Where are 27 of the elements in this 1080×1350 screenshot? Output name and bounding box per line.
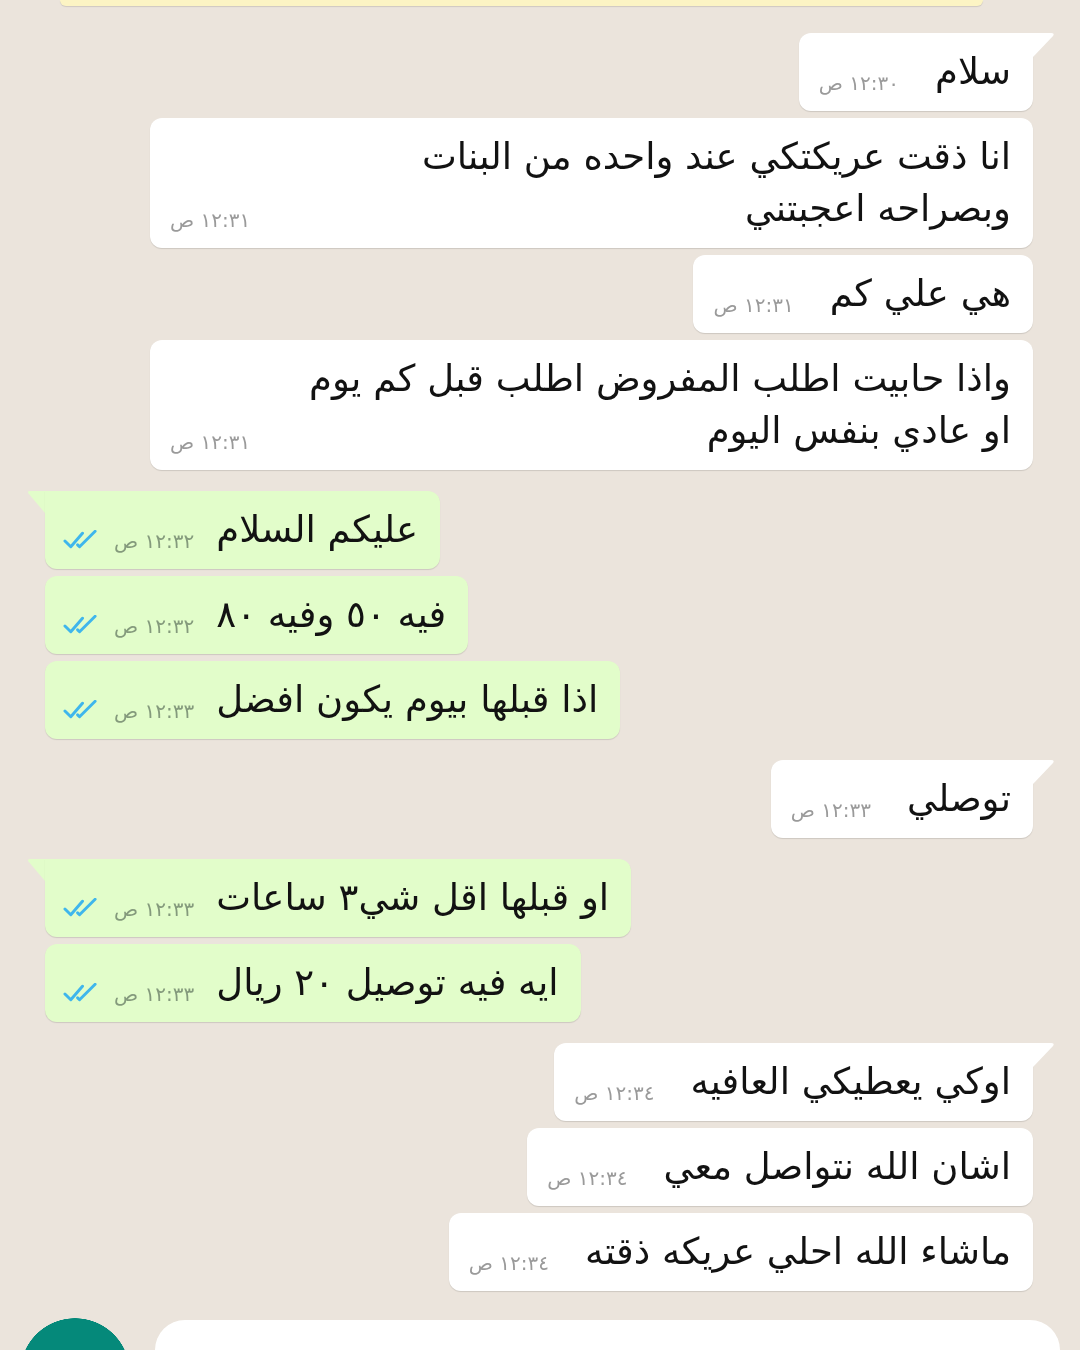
message-text: واذا حابيت اطلب المفروض اطلب قبل كم يوم او عادي بنفس اليوم (308, 356, 1011, 454)
message-time: ١٢:٣٣ ص (114, 982, 195, 1006)
message-time: ١٢:٣١ ص (170, 430, 251, 454)
message-text: توصلي (907, 776, 1011, 822)
message-text: اوكي يعطيكي العافيه (690, 1059, 1011, 1105)
message-text: اذا قبلها بيوم يكون افضل (216, 677, 599, 723)
message-time: ١٢:٣٣ ص (114, 897, 195, 921)
message-time: ١٢:٣٤ ص (574, 1081, 655, 1105)
message-time: ١٢:٣١ ص (170, 208, 251, 232)
message-text: فيه ٥٠ وفيه ٨٠ (216, 592, 447, 638)
message-time: ١٢:٣٤ ص (468, 1251, 550, 1275)
message-time: ١٢:٣٢ ص (114, 529, 195, 553)
message-text: ماشاء الله احلي عريكه ذقته (585, 1229, 1011, 1275)
message-text: هي علي كم (829, 271, 1011, 317)
message-time: ١٢:٣٣ ص (114, 699, 195, 723)
message-time: ١٢:٣٠ ص (818, 71, 899, 95)
message-field[interactable] (155, 1320, 1060, 1350)
message-time: ١٢:٣٤ ص (547, 1166, 628, 1190)
message-time: ١٢:٣٢ ص (114, 614, 195, 638)
message-time: ١٢:٣٣ ص (790, 798, 872, 822)
message-text: او قبلها اقل شي٣ ساعات (216, 875, 610, 921)
message-text: ايه فيه توصيل ٢٠ ريال (216, 960, 559, 1006)
message-text: انا ذقت عريكتكي عند واحده من البنات وبصراحه اعجبتني (420, 134, 1011, 232)
message-text: سلام (935, 49, 1011, 95)
message-text: اشان الله نتواصل معي (663, 1144, 1011, 1190)
message-time: ١٢:٣١ ص (713, 293, 794, 317)
message-text: عليكم السلام (216, 507, 419, 553)
